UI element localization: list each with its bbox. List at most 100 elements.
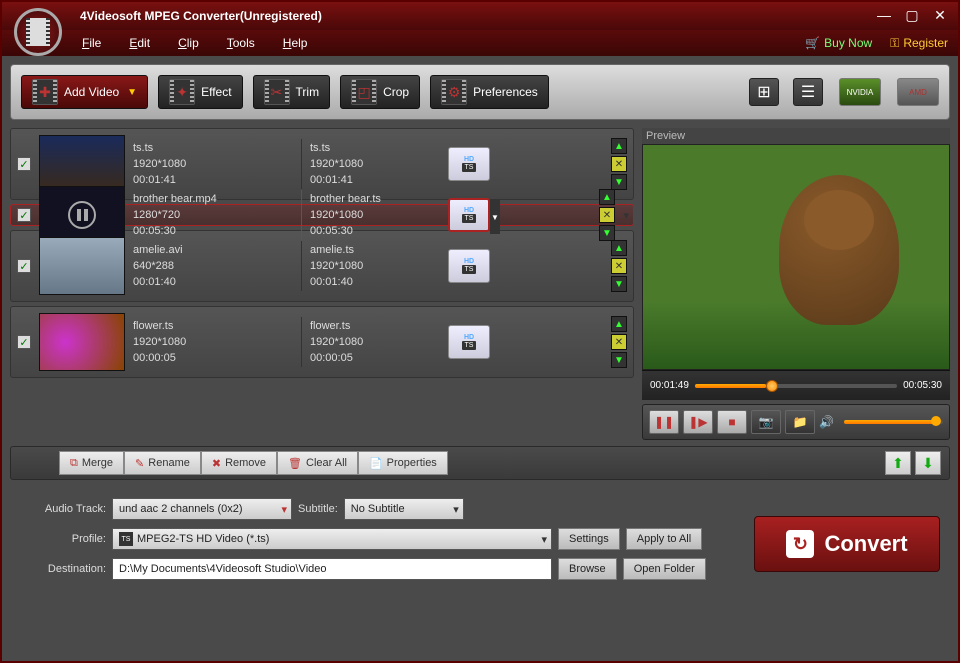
row-up-button[interactable]: ▲ [611, 316, 627, 332]
cart-icon: 🛒 [805, 36, 820, 50]
convert-button[interactable]: ↻ Convert [754, 516, 940, 572]
source-info: flower.ts 1920*1080 00:00:05 [133, 318, 293, 366]
snapshot-button[interactable]: 📷 [751, 410, 781, 434]
file-row[interactable]: ✓ brother bear.mp4 1280*720 00:05:30 bro… [10, 204, 634, 226]
remove-icon: ✖ [212, 457, 221, 470]
output-info: amelie.ts 1920*1080 00:01:40 [310, 242, 440, 290]
destination-label: Destination: [20, 563, 106, 575]
row-checkbox[interactable]: ✓ [17, 157, 31, 171]
bottom-panel: Audio Track: und aac 2 channels (0x2) Su… [10, 488, 950, 590]
rename-button[interactable]: ✎Rename [124, 451, 201, 475]
settings-button[interactable]: Settings [558, 528, 620, 550]
list-view-button[interactable]: ☰ [793, 78, 823, 106]
register-link[interactable]: ⚿Register [890, 36, 948, 51]
file-row[interactable]: ✓ flower.ts 1920*1080 00:00:05 flower.ts… [10, 306, 634, 378]
row-remove-button[interactable]: ✕ [611, 258, 627, 274]
row-down-button[interactable]: ▼ [611, 174, 627, 190]
open-folder-button[interactable]: Open Folder [623, 558, 706, 580]
row-checkbox[interactable]: ✓ [17, 208, 31, 222]
trash-icon: 🗑 [288, 457, 302, 470]
toolbar: ✚ Add Video ▼ ✦ Effect ✂ Trim ◰ Crop ⚙ P… [10, 64, 950, 120]
output-info: ts.ts 1920*1080 00:01:41 [310, 140, 440, 188]
file-res: 1920*1080 [133, 334, 293, 350]
trim-button[interactable]: ✂ Trim [253, 75, 331, 109]
effect-button[interactable]: ✦ Effect [158, 75, 242, 109]
add-video-button[interactable]: ✚ Add Video ▼ [21, 75, 148, 109]
subtitle-select[interactable]: No Subtitle [344, 498, 464, 520]
minimize-button[interactable]: — [874, 8, 894, 24]
out-dur: 00:01:41 [310, 172, 440, 188]
preview-panel: Preview 00:01:49 00:05:30 ❚❚ ❚▶ ■ 📷 📁 🔊 [642, 128, 950, 440]
thumbnail-view-button[interactable]: ⊞ [749, 78, 779, 106]
volume-slider[interactable] [844, 420, 943, 424]
row-up-button[interactable]: ▲ [611, 138, 627, 154]
move-down-button[interactable]: ⬇ [915, 451, 941, 475]
format-badge[interactable]: HDTS [448, 249, 490, 283]
out-dur: 00:00:05 [310, 350, 440, 366]
row-up-button[interactable]: ▲ [611, 240, 627, 256]
row-down-button[interactable]: ▼ [599, 225, 615, 241]
list-toolbar: ⧉Merge ✎Rename ✖Remove 🗑Clear All 📄Prope… [10, 446, 950, 480]
browse-button[interactable]: Browse [558, 558, 617, 580]
pencil-icon: ✎ [135, 457, 144, 470]
clear-all-button[interactable]: 🗑Clear All [277, 451, 358, 475]
format-badge[interactable]: HDTS [448, 325, 490, 359]
next-frame-button[interactable]: ❚▶ [683, 410, 713, 434]
row-down-button[interactable]: ▼ [611, 276, 627, 292]
profile-select[interactable]: TSMPEG2-TS HD Video (*.ts) [112, 528, 552, 550]
ts-icon: TS [119, 532, 133, 546]
apply-to-all-button[interactable]: Apply to All [626, 528, 702, 550]
open-snapshot-folder-button[interactable]: 📁 [785, 410, 815, 434]
row-up-button[interactable]: ▲ [599, 189, 615, 205]
file-name: flower.ts [133, 318, 293, 334]
row-remove-button[interactable]: ✕ [611, 156, 627, 172]
nvidia-badge: NVIDIA [839, 78, 881, 106]
file-name: brother bear.mp4 [133, 191, 293, 207]
preview-label: Preview [642, 128, 950, 144]
crop-button[interactable]: ◰ Crop [340, 75, 420, 109]
out-name: amelie.ts [310, 242, 440, 258]
row-checkbox[interactable]: ✓ [17, 335, 31, 349]
file-row[interactable]: ✓ amelie.avi 640*288 00:01:40 amelie.ts … [10, 230, 634, 302]
title-bar: 4Videosoft MPEG Converter(Unregistered) … [2, 2, 958, 30]
row-down-button[interactable]: ▼ [611, 352, 627, 368]
properties-button[interactable]: 📄Properties [358, 451, 448, 475]
pause-icon: ❚❚ [654, 415, 674, 429]
preferences-button[interactable]: ⚙ Preferences [430, 75, 549, 109]
file-name: amelie.avi [133, 242, 293, 258]
format-dropdown[interactable]: HDTS▼ [448, 198, 490, 232]
audio-track-select[interactable]: und aac 2 channels (0x2) [112, 498, 292, 520]
menu-tools[interactable]: Tools [227, 36, 255, 50]
convert-icon: ↻ [786, 530, 814, 558]
destination-field[interactable]: D:\My Documents\4Videosoft Studio\Video [112, 558, 552, 580]
playback-controls: ❚❚ ❚▶ ■ 📷 📁 🔊 [642, 404, 950, 440]
out-dur: 00:01:40 [310, 274, 440, 290]
audio-track-label: Audio Track: [20, 503, 106, 515]
maximize-button[interactable]: ▢ [902, 8, 922, 24]
out-name: brother bear.ts [310, 191, 440, 207]
film-icon: ✚ [32, 79, 58, 105]
stop-icon: ■ [728, 415, 735, 429]
menu-clip[interactable]: Clip [178, 36, 199, 50]
out-res: 1920*1080 [310, 156, 440, 172]
step-icon: ❚▶ [688, 415, 707, 429]
file-dur: 00:05:30 [133, 223, 293, 239]
row-checkbox[interactable]: ✓ [17, 259, 31, 273]
merge-button[interactable]: ⧉Merge [59, 451, 124, 475]
menu-edit[interactable]: Edit [129, 36, 150, 50]
close-button[interactable]: ✕ [930, 8, 950, 24]
seek-slider[interactable] [695, 384, 897, 388]
stop-button[interactable]: ■ [717, 410, 747, 434]
chevron-down-icon: ▼ [490, 200, 500, 234]
menu-help[interactable]: Help [283, 36, 308, 50]
preview-video[interactable] [642, 144, 950, 370]
row-remove-button[interactable]: ✕ [611, 334, 627, 350]
pause-button[interactable]: ❚❚ [649, 410, 679, 434]
row-remove-button[interactable]: ✕ [599, 207, 615, 223]
buy-now-link[interactable]: 🛒Buy Now [805, 36, 872, 50]
format-badge[interactable]: HDTS [448, 147, 490, 181]
menu-file[interactable]: File [82, 36, 101, 50]
move-up-button[interactable]: ⬆ [885, 451, 911, 475]
remove-button[interactable]: ✖Remove [201, 451, 277, 475]
output-info: flower.ts 1920*1080 00:00:05 [310, 318, 440, 366]
